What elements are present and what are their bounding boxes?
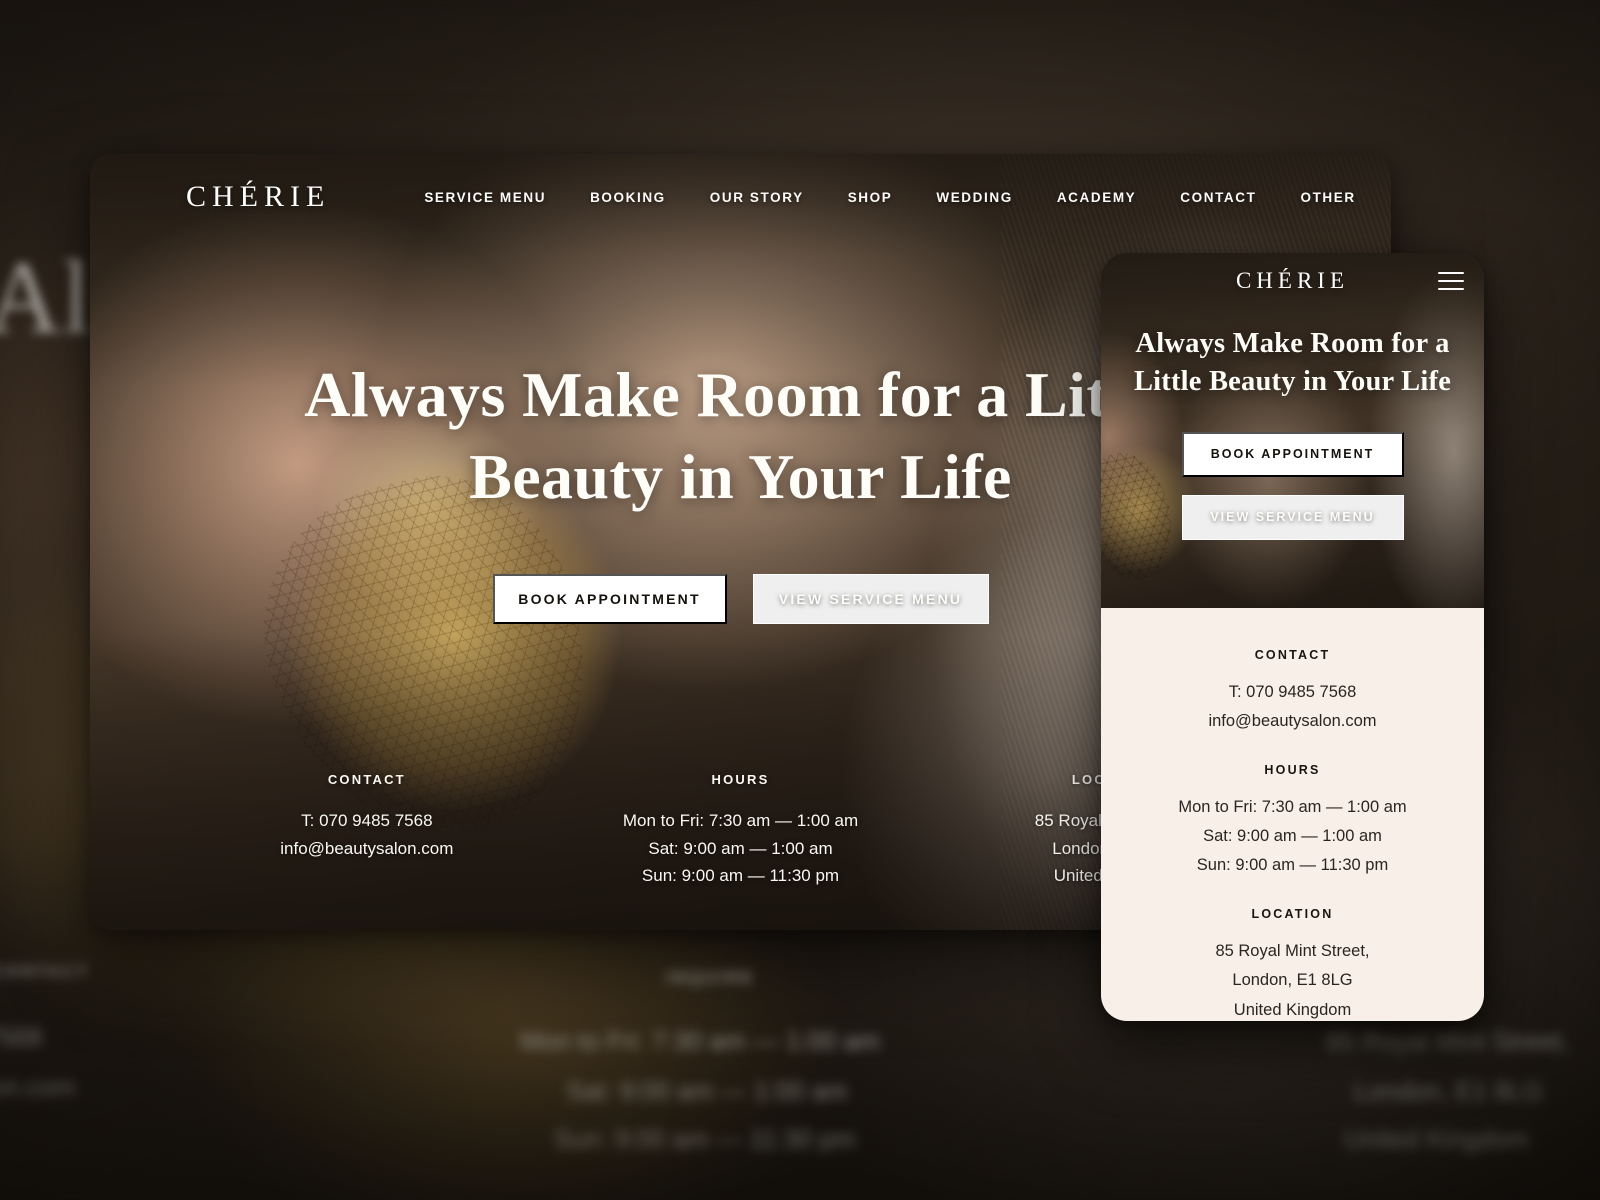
- mobile-hero-headline: Always Make Room for a Little Beauty in …: [1133, 328, 1452, 398]
- mobile-cta-group: BOOK APPOINTMENT VIEW SERVICE MENU: [1117, 431, 1468, 540]
- mobile-hours-weekday: Mon to Fri: 7:30 am — 1:00 am: [1178, 797, 1407, 816]
- view-service-menu-button[interactable]: VIEW SERVICE MENU: [752, 573, 989, 624]
- mobile-hours-sunday: Sun: 9:00 am — 11:30 pm: [1196, 856, 1389, 875]
- footer-contact-heading: CONTACT: [327, 772, 406, 788]
- mobile-footer-location: LOCATION 85 Royal Mint Street, London, E…: [1127, 907, 1458, 1021]
- mobile-book-appointment-button[interactable]: BOOK APPOINTMENT: [1181, 431, 1404, 477]
- mobile-footer: CONTACT T: 070 9485 7568 info@beautysalo…: [1101, 608, 1484, 1021]
- mobile-website-mockup[interactable]: CHÉRIE Always Make Room for a Little Bea…: [1101, 253, 1484, 1021]
- footer-hours-column: HOURS Mon to Fri: 7:30 am — 1:00 am Sat:…: [554, 772, 928, 890]
- footer-contact-column: CONTACT T: 070 9485 7568 info@beautysalo…: [180, 772, 554, 890]
- nav-item-wedding[interactable]: WEDDING: [936, 182, 1012, 213]
- nav-item-academy[interactable]: ACADEMY: [1057, 182, 1136, 213]
- mobile-footer-contact: CONTACT T: 070 9485 7568 info@beautysalo…: [1127, 648, 1458, 737]
- main-navigation: SERVICE MENU BOOKING OUR STORY SHOP WEDD…: [424, 182, 1391, 213]
- footer-hours-weekday: Mon to Fri: 7:30 am — 1:00 am: [622, 811, 859, 831]
- brand-logo[interactable]: CHÉRIE: [186, 180, 330, 214]
- footer-hours-heading: HOURS: [711, 772, 770, 788]
- mobile-location-line1: 85 Royal Mint Street,: [1215, 941, 1370, 960]
- mobile-hours-heading: HOURS: [1264, 762, 1321, 777]
- mobile-view-service-menu-button[interactable]: VIEW SERVICE MENU: [1181, 494, 1404, 540]
- nav-item-contact[interactable]: CONTACT: [1180, 182, 1256, 213]
- nav-item-booking[interactable]: BOOKING: [590, 182, 666, 213]
- mobile-navbar: CHÉRIE: [1101, 253, 1484, 309]
- nav-item-service-menu[interactable]: SERVICE MENU: [424, 182, 546, 213]
- footer-hours-saturday: Sat: 9:00 am — 1:00 am: [648, 838, 833, 858]
- desktop-navbar: CHÉRIE SERVICE MENU BOOKING OUR STORY SH…: [90, 154, 1391, 240]
- mobile-location-heading: LOCATION: [1251, 906, 1334, 921]
- mobile-hours-saturday: Sat: 9:00 am — 1:00 am: [1203, 827, 1382, 846]
- mobile-contact-heading: CONTACT: [1254, 648, 1331, 662]
- nav-item-other[interactable]: OTHER: [1300, 182, 1355, 213]
- mobile-contact-phone[interactable]: T: 070 9485 7568: [1127, 678, 1458, 707]
- mobile-hero-body: Always Make Room for a Little Beauty in …: [1101, 325, 1484, 540]
- nav-item-shop[interactable]: SHOP: [848, 182, 893, 213]
- mobile-location-line3: United Kingdom: [1233, 1000, 1352, 1019]
- footer-contact-phone[interactable]: T: 070 9485 7568: [180, 807, 554, 835]
- mobile-contact-email[interactable]: info@beautysalon.com: [1127, 707, 1458, 736]
- footer-contact-email[interactable]: info@beautysalon.com: [180, 835, 554, 863]
- mobile-hero: CHÉRIE Always Make Room for a Little Bea…: [1101, 253, 1484, 608]
- book-appointment-button[interactable]: BOOK APPOINTMENT: [492, 573, 727, 624]
- mobile-brand-logo[interactable]: CHÉRIE: [1236, 268, 1349, 294]
- footer-hours-sunday: Sun: 9:00 am — 11:30 pm: [641, 866, 840, 886]
- hamburger-menu-icon[interactable]: [1438, 272, 1464, 290]
- nav-item-our-story[interactable]: OUR STORY: [710, 182, 804, 213]
- mobile-footer-hours: HOURS Mon to Fri: 7:30 am — 1:00 am Sat:…: [1127, 763, 1458, 881]
- mobile-location-line2: London, E1 8LG: [1232, 971, 1353, 990]
